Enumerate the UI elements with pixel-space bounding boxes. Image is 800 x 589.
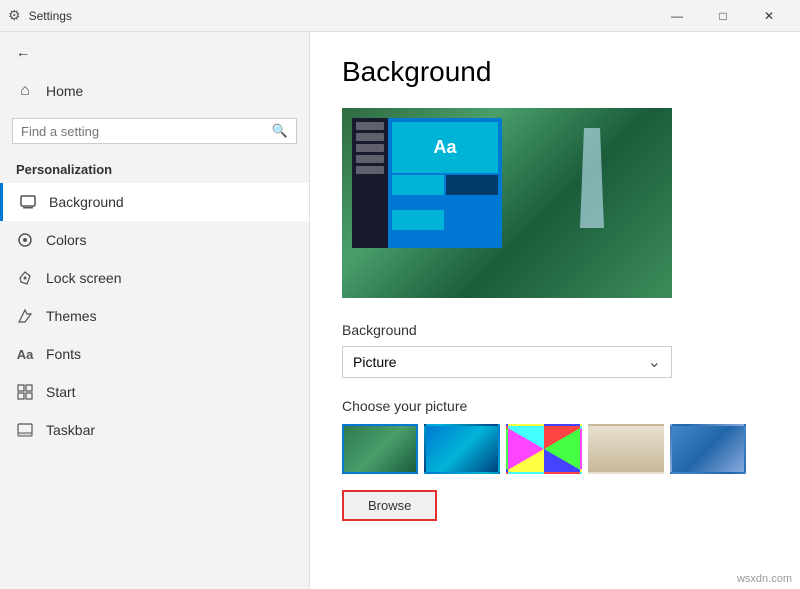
start-nav-label: Start: [46, 384, 76, 400]
preview-tile-1: [392, 175, 444, 195]
picture-thumb-1[interactable]: [342, 424, 418, 474]
themes-nav-label: Themes: [46, 308, 97, 324]
lock-screen-nav-icon: [16, 269, 34, 287]
picture-thumb-2[interactable]: [424, 424, 500, 474]
background-nav-label: Background: [49, 194, 124, 210]
title-bar-title: Settings: [29, 9, 72, 23]
taskbar-item-1: [356, 122, 384, 130]
dropdown-value: Picture: [353, 354, 397, 370]
colors-nav-icon: [16, 231, 34, 249]
back-arrow-icon: ←: [16, 44, 30, 60]
main-content: Background Aa: [310, 32, 800, 589]
start-nav-icon: [16, 383, 34, 401]
sidebar-item-themes[interactable]: Themes: [0, 297, 309, 335]
sidebar-item-colors[interactable]: Colors: [0, 221, 309, 259]
sidebar-item-lock-screen[interactable]: Lock screen: [0, 259, 309, 297]
preview-tile-aa: Aa: [392, 122, 498, 173]
close-button[interactable]: ✕: [746, 0, 792, 32]
sidebar-item-background[interactable]: Background: [0, 183, 309, 221]
choose-picture-label: Choose your picture: [342, 398, 768, 414]
page-title: Background: [342, 56, 768, 88]
minimize-button[interactable]: —: [654, 0, 700, 32]
preview-start-tiles: Aa: [388, 118, 502, 248]
section-title: Personalization: [0, 152, 309, 183]
fonts-nav-icon: Aa: [16, 345, 34, 363]
search-box[interactable]: 🔍: [12, 118, 297, 144]
search-icon: 🔍: [272, 123, 288, 139]
preview-tile-2: [446, 175, 498, 195]
sidebar-item-fonts[interactable]: Aa Fonts: [0, 335, 309, 373]
background-dropdown[interactable]: Picture ⌄: [342, 346, 672, 378]
home-label: Home: [46, 83, 83, 99]
title-bar: ⚙ Settings — □ ✕: [0, 0, 800, 32]
background-label: Background: [342, 322, 768, 338]
watermark: wsxdn.com: [737, 573, 792, 585]
app-container: ← ⌂ Home 🔍 Personalization Background: [0, 32, 800, 589]
sidebar-home-item[interactable]: ⌂ Home: [0, 72, 309, 110]
taskbar-item-3: [356, 144, 384, 152]
pictures-row: [342, 424, 768, 474]
sidebar-item-taskbar[interactable]: Taskbar: [0, 411, 309, 449]
background-nav-icon: [19, 193, 37, 211]
taskbar-item-4: [356, 155, 384, 163]
title-bar-left: ⚙ Settings: [8, 7, 72, 24]
settings-icon: ⚙: [8, 7, 21, 24]
search-input[interactable]: [21, 124, 266, 139]
taskbar-nav-label: Taskbar: [46, 422, 95, 438]
taskbar-nav-icon: [16, 421, 34, 439]
preview-tile-3: [392, 210, 444, 230]
colors-nav-label: Colors: [46, 232, 86, 248]
taskbar-item-5: [356, 166, 384, 174]
browse-button[interactable]: Browse: [342, 490, 437, 521]
preview-taskbar-side: [352, 118, 388, 248]
picture-thumb-3[interactable]: [506, 424, 582, 474]
preview-container: Aa: [342, 108, 672, 298]
sidebar: ← ⌂ Home 🔍 Personalization Background: [0, 32, 310, 589]
title-bar-controls: — □ ✕: [654, 0, 792, 32]
maximize-button[interactable]: □: [700, 0, 746, 32]
picture-thumb-4[interactable]: [588, 424, 664, 474]
sidebar-item-start[interactable]: Start: [0, 373, 309, 411]
picture-thumb-5[interactable]: [670, 424, 746, 474]
preview-tile-4: [446, 210, 498, 230]
back-button[interactable]: ←: [0, 32, 309, 72]
chevron-down-icon: ⌄: [648, 352, 661, 372]
preview-ui-overlay: Aa: [352, 118, 502, 248]
home-icon: ⌂: [16, 82, 34, 100]
fonts-nav-label: Fonts: [46, 346, 81, 362]
lock-screen-nav-label: Lock screen: [46, 270, 121, 286]
taskbar-item-2: [356, 133, 384, 141]
themes-nav-icon: [16, 307, 34, 325]
